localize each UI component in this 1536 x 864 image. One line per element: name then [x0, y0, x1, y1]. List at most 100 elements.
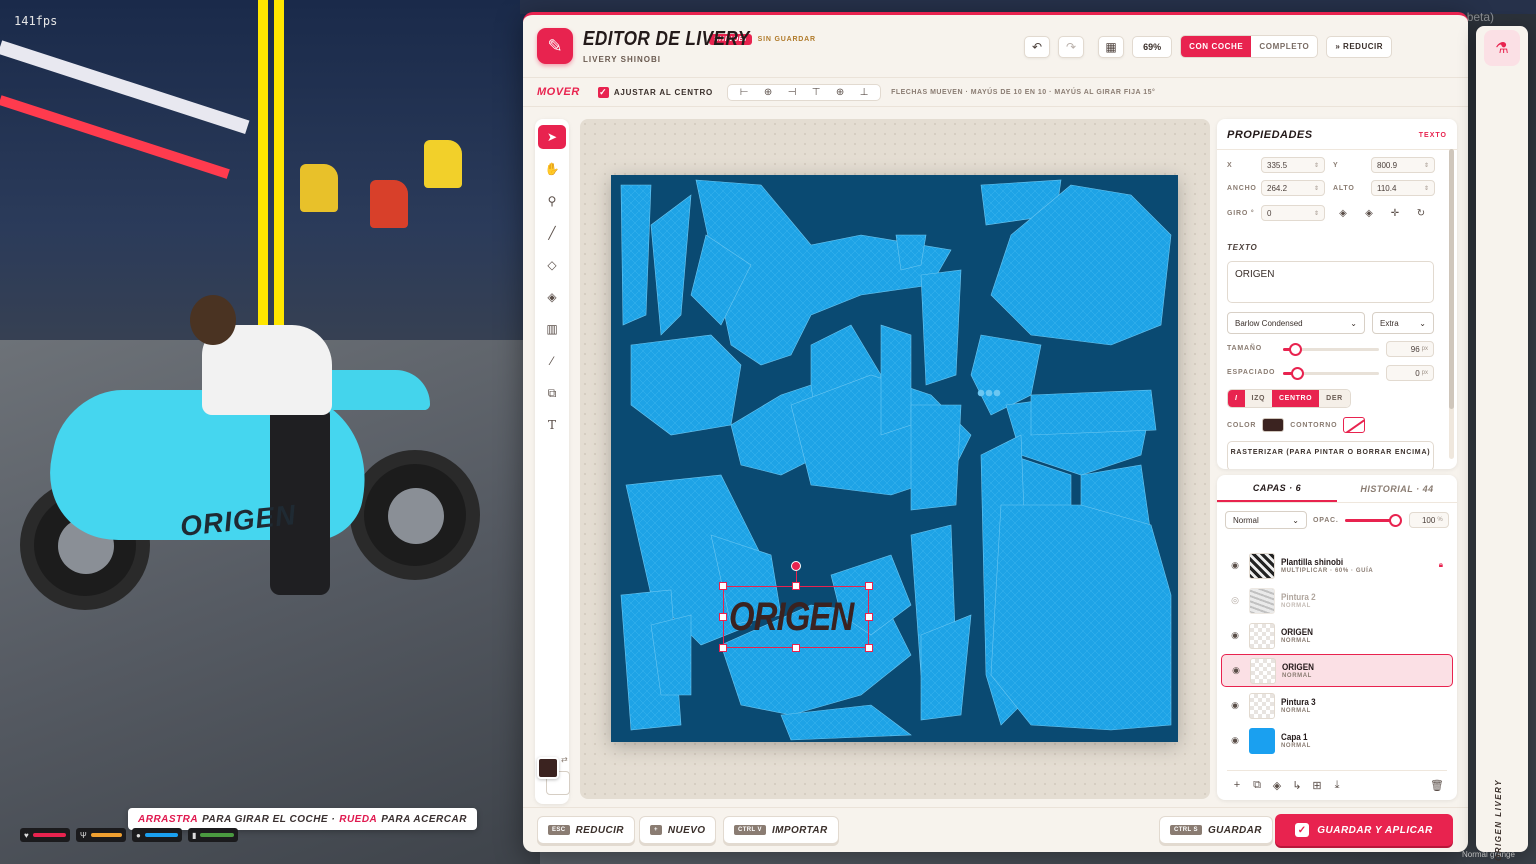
fill-tool[interactable]: ◈ [538, 285, 566, 309]
rotation-input[interactable]: 0 ⇕ [1261, 205, 1325, 221]
eye-icon[interactable]: ◉ [1228, 665, 1244, 676]
align-right-icon[interactable]: ⊣ [780, 87, 804, 98]
size-slider-knob[interactable] [1289, 343, 1302, 356]
eye-icon[interactable]: ◉ [1227, 700, 1243, 711]
new-button[interactable]: + NUEVO [639, 816, 717, 844]
eye-off-icon[interactable]: ◎ [1227, 595, 1243, 606]
resize-handle-ne[interactable] [865, 582, 873, 590]
save-button[interactable]: CTRL S GUARDAR [1159, 816, 1273, 844]
resize-handle-se[interactable] [865, 644, 873, 652]
y-input[interactable]: 800.9 ⇕ [1371, 157, 1435, 173]
height-input[interactable]: 110.4 ⇕ [1371, 180, 1435, 196]
grid-toggle-button[interactable]: ▦ [1098, 35, 1125, 58]
x-input[interactable]: 335.5 ⇕ [1261, 157, 1325, 173]
view-with-car[interactable]: CON COCHE [1181, 36, 1252, 57]
selection-box[interactable] [723, 586, 869, 648]
editor-header: ✎ EDITOR DE LIVERY SHINOBI SIN GUARDAR L… [523, 15, 1468, 77]
resize-handle-nw[interactable] [719, 582, 727, 590]
uv-template-canvas[interactable]: ORIGEN [611, 175, 1178, 742]
tab-history[interactable]: HISTORIAL · 44 [1337, 475, 1457, 502]
add-layer-icon[interactable]: + [1227, 779, 1247, 792]
layer-row[interactable]: ◉ ORIGEN NORMAL [1221, 619, 1453, 652]
opacity-input[interactable]: 100% [1408, 512, 1449, 528]
stroke-none-swatch[interactable] [1343, 417, 1366, 433]
tab-layers[interactable]: CAPAS · 6 [1217, 475, 1337, 502]
eyedropper-tool[interactable]: ⁄ [538, 349, 566, 373]
reduce-button[interactable]: » REDUCIR [1326, 35, 1392, 58]
redo-button[interactable]: ↷ [1058, 35, 1085, 58]
properties-title: PROPIEDADES [1227, 129, 1313, 141]
trash-icon[interactable]: 🗑︎ [1427, 779, 1447, 792]
spacing-slider-knob[interactable] [1291, 367, 1304, 380]
resize-handle-n[interactable] [792, 582, 800, 590]
swap-colors-icon[interactable]: ⇄ [561, 755, 568, 764]
zoom-level[interactable]: 69% [1132, 35, 1173, 58]
properties-type-link[interactable]: TEXTO [1419, 132, 1447, 139]
opacity-slider[interactable] [1344, 513, 1402, 527]
align-left-icon[interactable]: ⊢ [732, 87, 756, 98]
canvas-workspace[interactable]: ORIGEN [580, 119, 1210, 799]
view-complete[interactable]: COMPLETO [1251, 36, 1317, 57]
footer-reduce-button[interactable]: ESC REDUCIR [537, 816, 635, 844]
foreground-color-swatch[interactable] [537, 757, 559, 779]
shape-tool[interactable]: ⧉ [538, 381, 566, 405]
resize-handle-sw[interactable] [719, 644, 727, 652]
tool-options-bar: MOVER ✓ AJUSTAR AL CENTRO ⊢ ⊕ ⊣ ⊤ ⊕ ⊥ FL… [523, 77, 1468, 107]
eye-icon[interactable]: ◉ [1227, 630, 1243, 641]
properties-scrollbar[interactable] [1449, 149, 1454, 459]
export-layer-icon[interactable]: ⤓ [1327, 779, 1347, 792]
align-top-icon[interactable]: ⊤ [804, 87, 828, 98]
duplicate-layer-icon[interactable]: ⧉ [1247, 779, 1267, 792]
font-family-select[interactable]: Barlow Condensed ⌄ [1227, 312, 1365, 334]
layer-row[interactable]: ◎ Pintura 2 NORMAL [1221, 584, 1453, 617]
layer-row[interactable]: ◉ Pintura 3 NORMAL [1221, 689, 1453, 722]
size-slider[interactable] [1283, 343, 1379, 356]
merge-layer-icon[interactable]: ◈ [1267, 779, 1287, 792]
gradient-tool[interactable]: ▥ [538, 317, 566, 341]
resize-handle-e[interactable] [865, 613, 873, 621]
spacing-slider[interactable] [1283, 367, 1379, 380]
pan-tool[interactable]: ✋ [538, 157, 566, 181]
align-hcenter-icon[interactable]: ⊕ [756, 87, 780, 98]
text-color-swatch[interactable] [1262, 418, 1285, 432]
spacing-input[interactable]: 0 px [1386, 365, 1434, 381]
blend-mode-select[interactable]: Normal ⌄ [1225, 511, 1307, 529]
eye-icon[interactable]: ◉ [1227, 560, 1243, 571]
layer-row-selected[interactable]: ◉ ORIGEN NORMAL [1221, 654, 1453, 687]
flip-horizontal-icon[interactable]: ◈ [1333, 208, 1353, 219]
flatten-icon[interactable]: ⊞ [1307, 779, 1327, 792]
rasterize-button[interactable]: RASTERIZAR (PARA PINTAR O BORRAR ENCIMA) [1227, 441, 1434, 469]
italic-toggle[interactable]: I [1228, 390, 1245, 407]
font-weight-select[interactable]: Extra ⌄ [1372, 312, 1434, 334]
align-center-option[interactable]: CENTRO [1272, 390, 1320, 407]
import-button[interactable]: CTRL V IMPORTAR [723, 816, 839, 844]
align-vcenter-icon[interactable]: ⊕ [828, 87, 852, 98]
spray-can-icon[interactable]: ⚗ [1484, 30, 1520, 66]
flip-vertical-icon[interactable]: ◈ [1359, 208, 1379, 219]
text-content-input[interactable]: ORIGEN [1227, 261, 1434, 303]
align-left-option[interactable]: IZQ [1244, 390, 1273, 407]
resize-handle-w[interactable] [719, 613, 727, 621]
lock-icon[interactable]: 🔒︎ [1439, 560, 1443, 570]
size-input[interactable]: 96 px [1386, 341, 1434, 357]
select-tool[interactable]: ➤ [538, 125, 566, 149]
resize-handle-s[interactable] [792, 644, 800, 652]
center-object-icon[interactable]: ✛ [1385, 208, 1405, 219]
layer-row[interactable]: ◉ Plantilla shinobi MULTIPLICAR · 60% · G… [1221, 549, 1453, 582]
layer-row[interactable]: ◉ Capa 1 NORMAL [1221, 724, 1453, 757]
eye-icon[interactable]: ◉ [1227, 735, 1243, 746]
text-tool[interactable]: T [538, 413, 566, 437]
save-apply-button[interactable]: ✓ GUARDAR Y APLICAR [1275, 814, 1453, 846]
zoom-tool[interactable]: ⚲ [538, 189, 566, 213]
width-input[interactable]: 264.2 ⇕ [1261, 180, 1325, 196]
merge-down-icon[interactable]: ↳ [1287, 779, 1307, 792]
undo-button[interactable]: ↶ [1024, 35, 1051, 58]
brush-tool[interactable]: ╱ [538, 221, 566, 245]
opacity-slider-knob[interactable] [1388, 513, 1402, 527]
rotate-handle[interactable] [791, 561, 801, 571]
align-bottom-icon[interactable]: ⊥ [852, 87, 876, 98]
align-right-option[interactable]: DER [1319, 390, 1350, 407]
snap-center-checkbox[interactable]: ✓ AJUSTAR AL CENTRO [597, 86, 713, 98]
reset-rotation-icon[interactable]: ↻ [1411, 208, 1431, 219]
eraser-tool[interactable]: ◇ [538, 253, 566, 277]
